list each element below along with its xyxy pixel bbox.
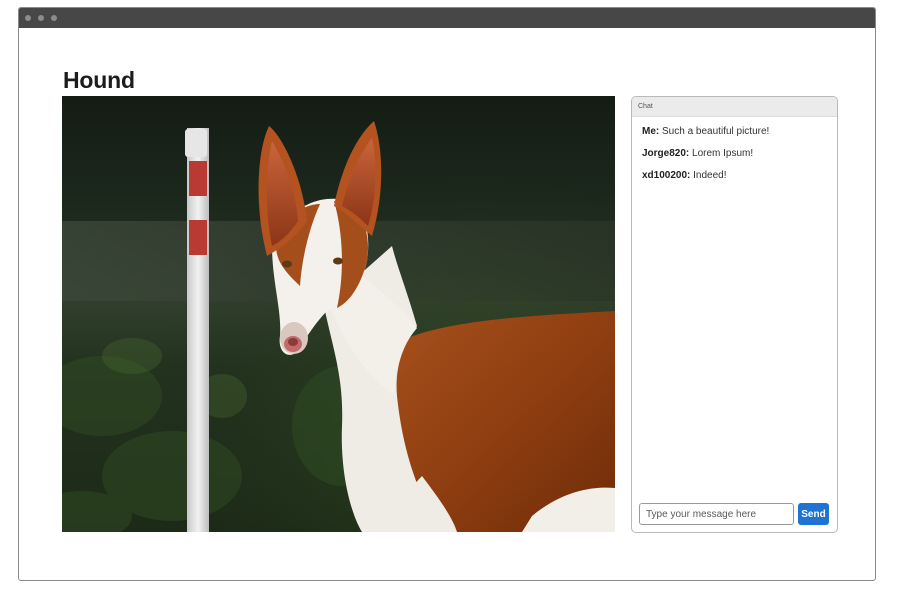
chat-message-text: Lorem Ipsum! bbox=[692, 148, 754, 159]
window-control-dot-icon[interactable] bbox=[25, 15, 31, 21]
chat-message-author: Jorge820: bbox=[642, 148, 690, 159]
page-title: Hound bbox=[63, 67, 135, 93]
chat-message-text: Such a beautiful picture! bbox=[662, 126, 770, 137]
chat-panel: Chat Me: Such a beautiful picture! Jorge… bbox=[631, 96, 838, 533]
chat-message-input[interactable] bbox=[639, 503, 794, 525]
chat-header: Chat bbox=[632, 97, 837, 117]
chat-composer: Send bbox=[639, 503, 830, 525]
window-titlebar bbox=[19, 8, 875, 28]
chat-message-text: Indeed! bbox=[693, 170, 727, 181]
chat-message: Jorge820: Lorem Ipsum! bbox=[642, 147, 827, 160]
browser-window: Hound Chat Me: Such a beautiful picture!… bbox=[18, 7, 876, 581]
chat-message-author: Me: bbox=[642, 126, 660, 137]
window-control-dot-icon[interactable] bbox=[51, 15, 57, 21]
send-button[interactable]: Send bbox=[798, 503, 829, 525]
chat-message: xd100200: Indeed! bbox=[642, 169, 827, 182]
hound-photo bbox=[62, 96, 615, 532]
chat-message: Me: Such a beautiful picture! bbox=[642, 125, 827, 138]
chat-message-author: xd100200: bbox=[642, 170, 691, 181]
window-control-dot-icon[interactable] bbox=[38, 15, 44, 21]
chat-message-list: Me: Such a beautiful picture! Jorge820: … bbox=[632, 117, 837, 182]
